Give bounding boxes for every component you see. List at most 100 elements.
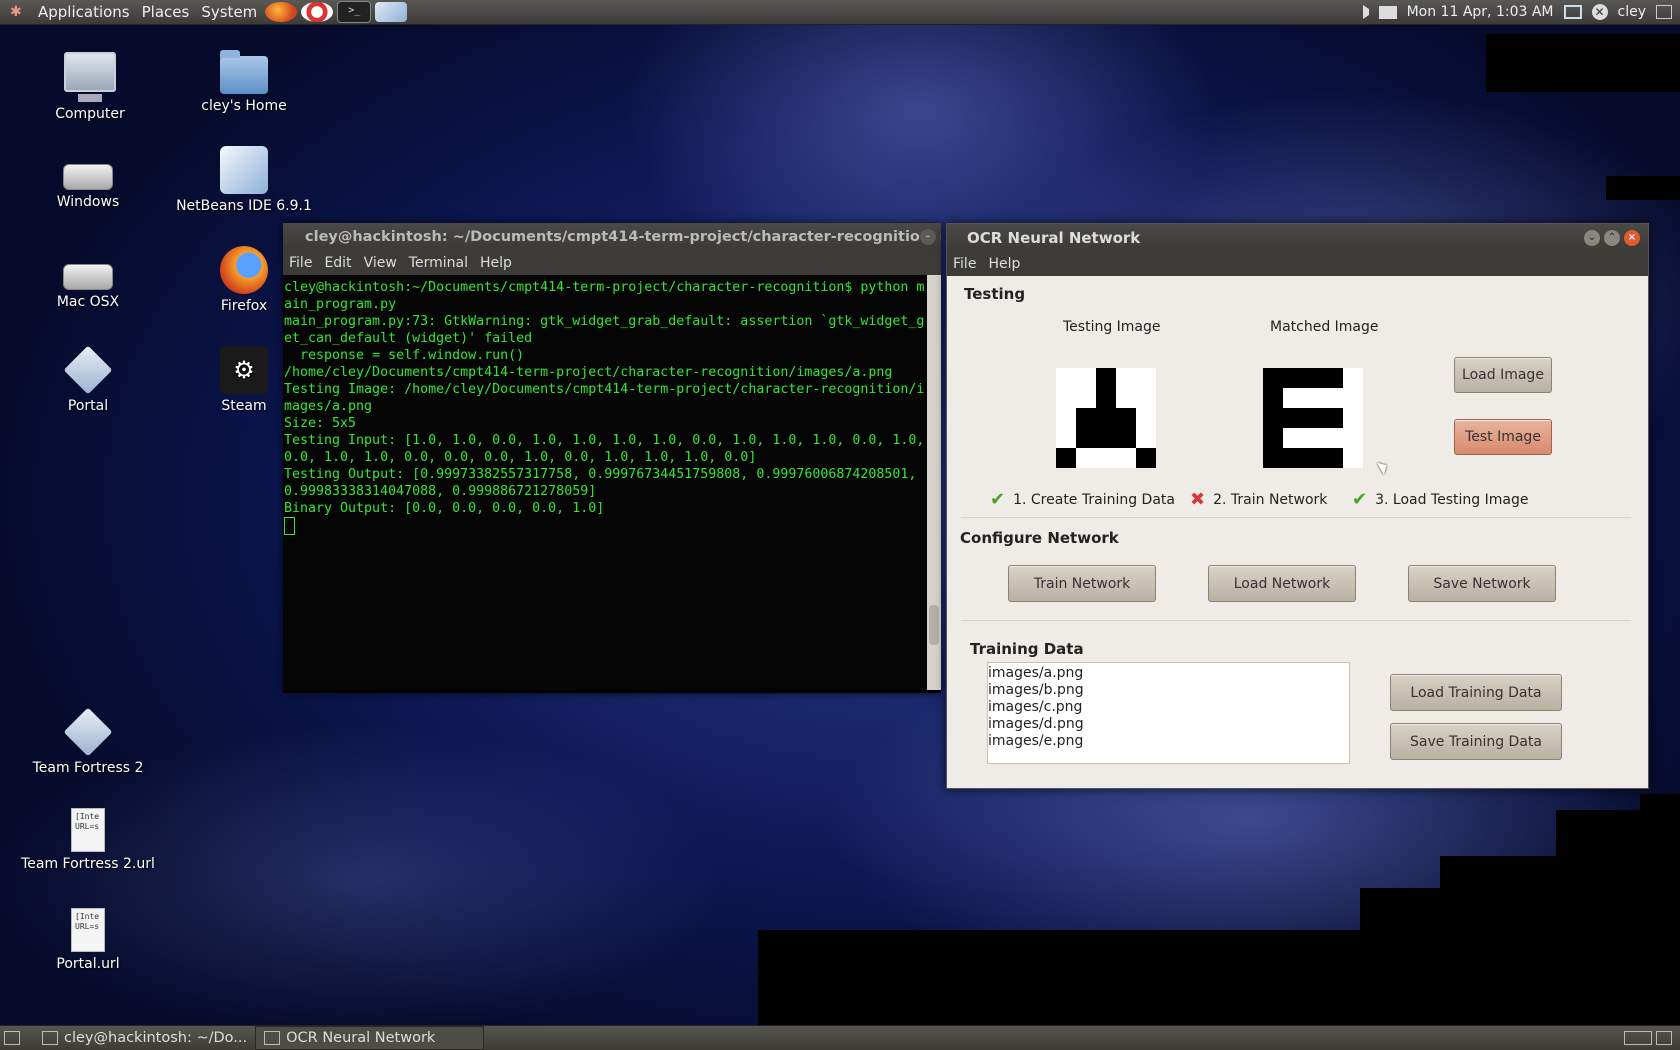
- desktop-icon-label: Portal: [67, 398, 109, 414]
- list-item[interactable]: images/b.png: [988, 682, 1349, 699]
- ocr-titlebar[interactable]: OCR Neural Network ⌄ ⌃ ×: [947, 224, 1648, 252]
- pixel-cell: [1283, 368, 1303, 388]
- system-menu[interactable]: System: [195, 3, 263, 21]
- step-load-testing-image: ✔ 3. Load Testing Image: [1352, 489, 1528, 510]
- list-item[interactable]: images/a.png: [988, 665, 1349, 682]
- load-image-button[interactable]: Load Image: [1454, 357, 1552, 393]
- task-label: cley@hackintosh: ~/Do...: [64, 1030, 248, 1046]
- pixel-cell: [1323, 388, 1343, 408]
- testing-image-label: Testing Image: [1063, 319, 1161, 335]
- menu-file[interactable]: File: [947, 256, 982, 272]
- terminal-icon: [42, 1031, 58, 1045]
- list-item[interactable]: images/e.png: [988, 733, 1349, 750]
- user-icon[interactable]: [1656, 5, 1672, 19]
- menu-help[interactable]: Help: [474, 255, 518, 271]
- ocr-window[interactable]: OCR Neural Network ⌄ ⌃ × File Help Testi…: [946, 223, 1649, 789]
- pixel-cell: [1343, 448, 1363, 468]
- clock[interactable]: Mon 11 Apr, 1:03 AM: [1407, 4, 1554, 20]
- close-button[interactable]: ×: [1624, 230, 1640, 246]
- volume-icon[interactable]: [1362, 5, 1369, 19]
- terminal-scrollbar[interactable]: [927, 275, 941, 690]
- pixel-cell: [1116, 368, 1136, 388]
- firefox-icon: [220, 246, 268, 294]
- desktop-icon-team-fortress-2-url[interactable]: [Inte URL=s Team Fortress 2.url: [18, 808, 158, 872]
- pixel-cell: [1343, 408, 1363, 428]
- testing-section-title: Testing: [964, 285, 1026, 303]
- desktop-icon-macosx[interactable]: Mac OSX: [18, 246, 158, 310]
- task-label: OCR Neural Network: [286, 1030, 436, 1046]
- training-data-list[interactable]: images/a.png images/b.png images/c.png imag…: [987, 662, 1350, 764]
- maximize-button[interactable]: ⌃: [1604, 230, 1620, 246]
- help-launcher-icon[interactable]: [301, 2, 334, 22]
- pixel-cell: [1303, 388, 1323, 408]
- pixel-cell: [1263, 388, 1283, 408]
- menu-view[interactable]: View: [358, 255, 403, 271]
- save-training-data-button[interactable]: Save Training Data: [1390, 723, 1562, 760]
- workspace-switcher-icon[interactable]: [1624, 1031, 1652, 1045]
- network-icon[interactable]: [1563, 5, 1582, 19]
- pixel-cell: [1136, 368, 1156, 388]
- pixel-cell: [1076, 368, 1096, 388]
- ocr-menubar: File Help: [947, 252, 1648, 276]
- step-create-training-data: ✔ 1. Create Training Data: [990, 489, 1175, 510]
- menu-help[interactable]: Help: [982, 256, 1026, 272]
- desktop-icon-windows[interactable]: Windows: [18, 146, 158, 210]
- train-network-button[interactable]: Train Network: [1008, 565, 1156, 602]
- pixel-cell: [1136, 448, 1156, 468]
- desktop-icon-label: Windows: [56, 194, 120, 210]
- pixel-cell: [1096, 448, 1116, 468]
- test-image-button[interactable]: Test Image: [1454, 419, 1552, 455]
- matched-image-preview: [1263, 368, 1363, 468]
- pixel-cell: [1323, 448, 1343, 468]
- list-item[interactable]: images/c.png: [988, 699, 1349, 716]
- netbeans-launcher-icon[interactable]: [375, 2, 408, 22]
- desktop-icon-computer[interactable]: Computer: [20, 46, 160, 122]
- list-item[interactable]: images/d.png: [988, 716, 1349, 733]
- redaction-block: [1606, 176, 1680, 200]
- minimize-button[interactable]: –: [919, 229, 936, 245]
- pixel-cell: [1263, 408, 1283, 428]
- pixel-cell: [1343, 388, 1363, 408]
- applications-menu[interactable]: Applications: [32, 3, 136, 21]
- terminal-output[interactable]: cley@hackintosh:~/Documents/cmpt414-term…: [283, 275, 927, 690]
- terminal-window[interactable]: cley@hackintosh: ~/Documents/cmpt414-ter…: [283, 223, 941, 693]
- mail-icon[interactable]: [1378, 5, 1397, 19]
- trash-icon[interactable]: [1656, 1031, 1672, 1045]
- menu-file[interactable]: File: [283, 255, 318, 271]
- pixel-cell: [1056, 428, 1076, 448]
- taskbar-item-terminal[interactable]: cley@hackintosh: ~/Do...: [34, 1027, 255, 1049]
- scrollbar-thumb[interactable]: [929, 605, 939, 645]
- pixel-cell: [1116, 408, 1136, 428]
- firefox-launcher-icon[interactable]: [265, 2, 298, 22]
- load-training-data-button[interactable]: Load Training Data: [1390, 674, 1562, 711]
- pixel-cell: [1136, 428, 1156, 448]
- desktop-icon-home[interactable]: cley's Home: [174, 46, 314, 114]
- pixel-cell: [1116, 428, 1136, 448]
- pixel-cell: [1323, 368, 1343, 388]
- desktop-icon-netbeans[interactable]: NetBeans IDE 6.9.1: [174, 146, 314, 214]
- desktop-icon-portal-url[interactable]: [Inte URL=s Portal.url: [18, 908, 158, 972]
- maximize-button[interactable]: ^: [939, 229, 941, 245]
- pixel-cell: [1303, 428, 1323, 448]
- desktop-icon-label: Portal.url: [56, 956, 120, 972]
- taskbar-item-ocr[interactable]: OCR Neural Network: [255, 1026, 485, 1050]
- minimize-button[interactable]: ⌄: [1584, 230, 1600, 246]
- user-menu[interactable]: cley: [1618, 4, 1647, 20]
- places-menu[interactable]: Places: [136, 3, 196, 21]
- menu-edit[interactable]: Edit: [318, 255, 357, 271]
- save-network-button[interactable]: Save Network: [1408, 565, 1556, 602]
- step-train-network: ✖ 2. Train Network: [1190, 489, 1327, 510]
- window-title: OCR Neural Network: [967, 229, 1141, 247]
- pixel-cell: [1096, 368, 1116, 388]
- pixel-cell: [1136, 408, 1156, 428]
- terminal-launcher-icon[interactable]: >_: [337, 1, 372, 23]
- terminal-titlebar[interactable]: cley@hackintosh: ~/Documents/cmpt414-ter…: [283, 223, 941, 251]
- quit-icon[interactable]: ✕: [1591, 4, 1608, 20]
- load-network-button[interactable]: Load Network: [1208, 565, 1356, 602]
- desktop-icon-team-fortress-2[interactable]: Team Fortress 2: [18, 707, 158, 776]
- pixel-cell: [1303, 408, 1323, 428]
- desktop-icon-portal[interactable]: Portal: [18, 345, 158, 414]
- gnome-foot-icon[interactable]: ✱: [4, 4, 32, 20]
- show-desktop-icon[interactable]: [4, 1031, 20, 1045]
- menu-terminal[interactable]: Terminal: [403, 255, 474, 271]
